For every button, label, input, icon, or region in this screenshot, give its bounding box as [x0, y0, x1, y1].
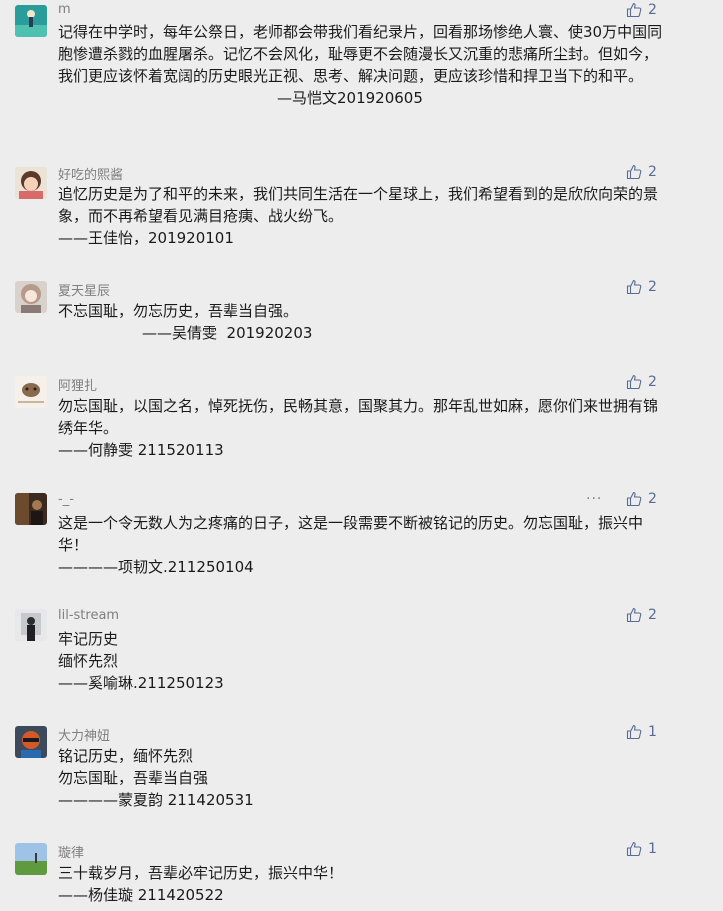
avatar[interactable] — [15, 376, 47, 408]
commenter-name[interactable]: lil-stream — [58, 608, 119, 623]
comment-text: 追忆历史是为了和平的未来，我们共同生活在一个星球上，我们希望看到的是欣欣向荣的景… — [58, 183, 663, 249]
avatar[interactable] — [15, 493, 47, 525]
like-count: 1 — [648, 724, 657, 740]
thumbs-up-icon — [626, 375, 642, 390]
comment-text: 这是一个令无数人为之疼痛的日子，这是一段需要不断被铭记的历史。勿忘国耻，振兴中华… — [58, 512, 663, 578]
comment-line: 不忘国耻，勿忘历史，吾辈当自强。 — [58, 302, 299, 320]
like-count: 2 — [648, 164, 657, 180]
like-button[interactable]: 1 — [626, 722, 657, 742]
avatar[interactable] — [15, 281, 47, 313]
commenter-name[interactable]: 大力神妞 — [58, 725, 110, 744]
thumbs-up-icon — [626, 492, 642, 507]
comment-signature: —马恺文201920605 — [277, 89, 423, 107]
like-count: 2 — [648, 279, 657, 295]
commenter-name[interactable]: 璇律 — [58, 842, 84, 861]
comment-text: 记得在中学时，每年公祭日，老师都会带我们看纪录片，回看那场惨绝人寰、使30万中国… — [58, 21, 663, 109]
comment-signature: ——奚喻琳.211250123 — [58, 674, 224, 692]
comment-line: 追忆历史是为了和平的未来，我们共同生活在一个星球上，我们希望看到的是欣欣向荣的景… — [58, 185, 659, 225]
like-button[interactable]: 2 — [626, 489, 657, 509]
like-count: 2 — [648, 374, 657, 390]
comment-text: 勿忘国耻，以国之名，悼死抚伤，民畅其意，国聚其力。那年乱世如麻，愿你们来世拥有锦… — [58, 395, 663, 461]
comment-signature: ——吴倩雯 201920203 — [142, 324, 313, 342]
avatar[interactable] — [15, 843, 47, 875]
comment-line: 牢记历史 — [58, 630, 119, 648]
comment-text: 不忘国耻，勿忘历史，吾辈当自强。 ——吴倩雯 201920203 — [58, 300, 663, 344]
thumbs-up-icon — [626, 3, 642, 18]
commenter-name[interactable]: -_- — [58, 492, 74, 507]
thumbs-up-icon — [626, 165, 642, 180]
comment-line: 记得在中学时，每年公祭日，老师都会带我们看纪录片，回看那场惨绝人寰、使30万中国… — [58, 23, 663, 85]
avatar[interactable] — [15, 167, 47, 199]
commenter-name[interactable]: m — [58, 2, 71, 17]
thumbs-up-icon — [626, 280, 642, 295]
like-button[interactable]: 2 — [626, 162, 657, 182]
commenter-name[interactable]: 夏天星辰 — [58, 280, 110, 299]
like-button[interactable]: 2 — [626, 372, 657, 392]
comment-line: 铭记历史，缅怀先烈 — [58, 747, 194, 765]
comment-line: 三十载岁月，吾辈必牢记历史，振兴中华！ — [58, 864, 344, 882]
like-count: 2 — [648, 491, 657, 507]
more-options-button[interactable]: ··· — [586, 491, 606, 507]
comment-signature: ——杨佳璇 211420522 — [58, 886, 224, 904]
comment-text: 铭记历史，缅怀先烈 勿忘国耻，吾辈当自强 ————蒙夏韵 211420531 — [58, 745, 663, 811]
commenter-name[interactable]: 好吃的熙酱 — [58, 164, 123, 183]
avatar[interactable] — [15, 726, 47, 758]
comment-text: 牢记历史 缅怀先烈 ——奚喻琳.211250123 — [58, 628, 663, 694]
comment-line: 勿忘国耻，吾辈当自强 — [58, 769, 209, 787]
like-count: 2 — [648, 607, 657, 623]
comment-line: 这是一个令无数人为之疼痛的日子，这是一段需要不断被铭记的历史。勿忘国耻，振兴中华… — [58, 514, 644, 554]
comment-line: 缅怀先烈 — [58, 652, 119, 670]
like-button[interactable]: 2 — [626, 0, 657, 20]
comment-signature: ————项韧文.211250104 — [58, 558, 254, 576]
avatar[interactable] — [15, 609, 47, 641]
thumbs-up-icon — [626, 842, 642, 857]
avatar[interactable] — [15, 5, 47, 37]
like-button[interactable]: 2 — [626, 277, 657, 297]
comment-signature: ————蒙夏韵 211420531 — [58, 791, 254, 809]
thumbs-up-icon — [626, 608, 642, 623]
thumbs-up-icon — [626, 725, 642, 740]
comment-signature: ——王佳怡，201920101 — [58, 229, 234, 247]
comment-text: 三十载岁月，吾辈必牢记历史，振兴中华！ ——杨佳璇 211420522 — [58, 862, 663, 906]
like-count: 1 — [648, 841, 657, 857]
commenter-name[interactable]: 阿狸扎 — [58, 375, 97, 394]
like-button[interactable]: 2 — [626, 605, 657, 625]
like-button[interactable]: 1 — [626, 839, 657, 859]
comment-signature: ——何静雯 211520113 — [58, 441, 224, 459]
comment-line: 勿忘国耻，以国之名，悼死抚伤，民畅其意，国聚其力。那年乱世如麻，愿你们来世拥有锦… — [58, 397, 659, 437]
like-count: 2 — [648, 2, 657, 18]
